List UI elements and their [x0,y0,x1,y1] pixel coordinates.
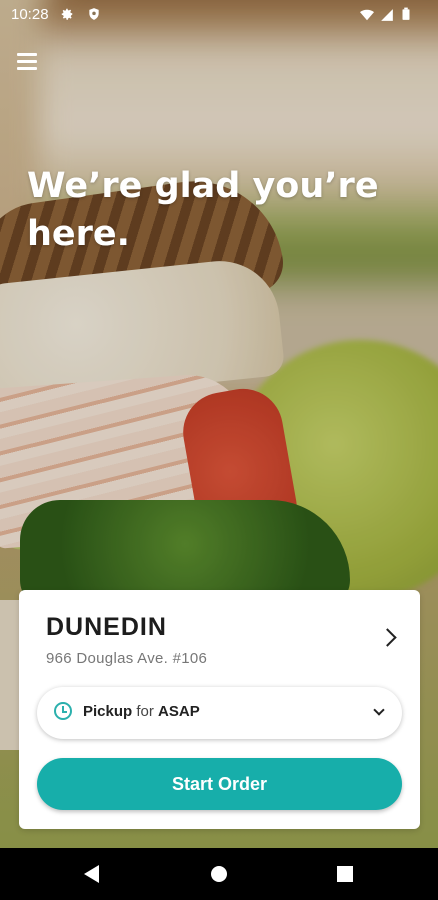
battery-icon [402,7,410,20]
welcome-headline: We’re glad you’re here. [27,162,387,258]
store-address: 966 Douglas Ave. #106 [46,650,208,667]
start-order-button[interactable]: Start Order [37,758,402,810]
shield-icon [89,8,99,20]
order-time-label: ASAP [158,703,200,720]
navigation-bar [0,848,438,900]
clock-icon [54,702,72,720]
status-time: 10:28 [11,6,49,23]
hamburger-menu-icon[interactable] [17,52,37,70]
signal-icon [381,9,393,21]
recents-icon[interactable] [337,866,353,882]
order-mode-dropdown[interactable]: Pickup for ASAP [37,687,402,739]
status-bar: 10:28 [0,0,438,30]
gear-icon [61,8,73,20]
home-icon[interactable] [211,866,227,882]
order-card: DUNEDIN 966 Douglas Ave. #106 Pickup for… [19,590,420,829]
store-name: DUNEDIN [46,613,167,641]
chevron-down-icon [373,704,385,716]
order-mode-label: Pickup [83,703,133,720]
order-mode-connector: for [136,703,154,720]
wifi-icon [360,9,374,21]
headline-line-1: We’re glad you’re [27,166,379,206]
chevron-right-icon [378,628,397,647]
headline-line-2: here. [27,214,130,254]
order-mode-text: Pickup for ASAP [83,703,200,720]
store-selector[interactable]: DUNEDIN 966 Douglas Ave. #106 [19,590,420,670]
back-icon[interactable] [84,865,99,883]
